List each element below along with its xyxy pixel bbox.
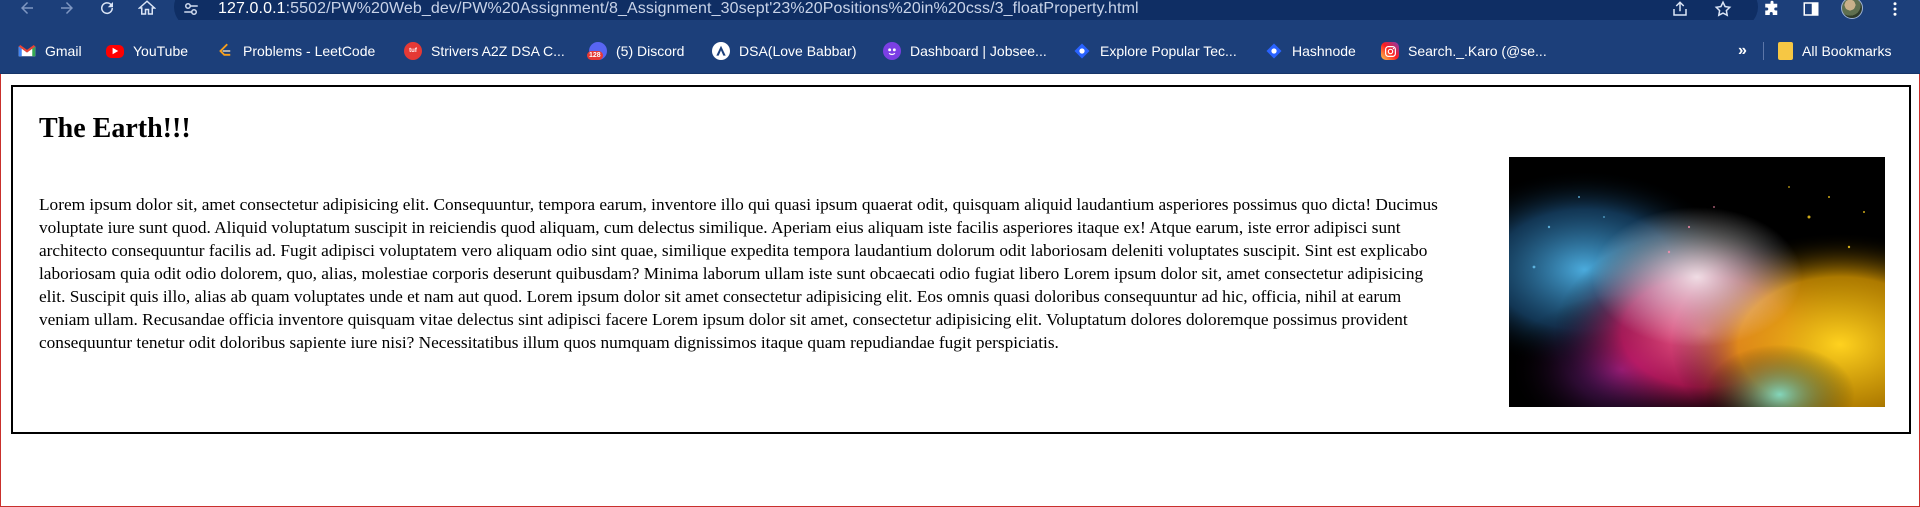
all-bookmarks-label: All Bookmarks bbox=[1802, 43, 1892, 59]
profile-avatar[interactable] bbox=[1841, 0, 1863, 19]
side-panel-icon bbox=[1803, 2, 1819, 16]
bookmark-label: Dashboard | Jobsee... bbox=[910, 43, 1047, 59]
bookmark-star-button[interactable] bbox=[1712, 0, 1734, 20]
takeuforward-icon: tuf bbox=[404, 42, 422, 60]
instagram-icon bbox=[1381, 42, 1399, 60]
url-host: 127.0.0.1 bbox=[218, 0, 286, 17]
youtube-icon bbox=[106, 44, 124, 58]
reload-button[interactable] bbox=[94, 0, 120, 20]
forward-button[interactable] bbox=[54, 0, 80, 20]
menu-button[interactable] bbox=[1884, 0, 1906, 20]
share-icon bbox=[1673, 1, 1687, 16]
folder-icon bbox=[1778, 42, 1793, 60]
arrow-right-icon bbox=[61, 2, 73, 14]
bookmark-label: Explore Popular Tec... bbox=[1100, 43, 1237, 59]
bookmark-love-babbar[interactable]: DSA(Love Babbar) bbox=[712, 34, 857, 68]
discord-icon: 128 bbox=[587, 42, 607, 60]
site-info-icon[interactable] bbox=[182, 0, 200, 18]
bookmark-explore-tech[interactable]: Explore Popular Tec... bbox=[1073, 34, 1237, 68]
browser-toolbar: 127.0.0.1:5502/PW%20Web_dev/PW%20Assignm… bbox=[0, 0, 1920, 20]
page-viewport: The Earth!!! Lorem ipsum dolor sit, amet… bbox=[0, 74, 1920, 507]
bookmark-gmail[interactable]: Gmail bbox=[18, 34, 82, 68]
side-panel-button[interactable] bbox=[1800, 0, 1822, 20]
codehelp-icon bbox=[712, 42, 730, 60]
bookmark-youtube[interactable]: YouTube bbox=[106, 34, 188, 68]
bookmark-label: Problems - LeetCode bbox=[243, 43, 376, 59]
reload-icon bbox=[101, 2, 114, 15]
bookmark-jobseeker[interactable]: Dashboard | Jobsee... bbox=[883, 34, 1047, 68]
back-button[interactable] bbox=[14, 0, 40, 20]
share-button[interactable] bbox=[1669, 0, 1691, 20]
bookmark-hashnode[interactable]: Hashnode bbox=[1265, 34, 1356, 68]
bookmark-strivers[interactable]: tuf Strivers A2Z DSA C... bbox=[404, 34, 565, 68]
all-bookmarks-button[interactable]: All Bookmarks bbox=[1778, 34, 1891, 68]
bookmark-label: Strivers A2Z DSA C... bbox=[431, 43, 565, 59]
leetcode-icon bbox=[216, 42, 234, 60]
bookmarks-divider bbox=[1763, 42, 1764, 60]
bookmark-instagram[interactable]: Search._.Karo (@se... bbox=[1381, 34, 1547, 68]
star-icon bbox=[1714, 0, 1732, 17]
bookmark-label: (5) Discord bbox=[616, 43, 685, 59]
browser-chrome: 127.0.0.1:5502/PW%20Web_dev/PW%20Assignm… bbox=[0, 0, 1920, 74]
bookmark-label: Gmail bbox=[45, 43, 82, 59]
bookmarks-bar: Gmail YouTube Problems - LeetCode tuf St… bbox=[0, 34, 1920, 68]
discord-badge: 128 bbox=[587, 51, 603, 60]
lorem-paragraph: Lorem ipsum dolor sit, amet consectetur … bbox=[39, 195, 1438, 352]
bookmark-label: Hashnode bbox=[1292, 43, 1356, 59]
bookmark-label: DSA(Love Babbar) bbox=[739, 43, 857, 59]
bookmark-label: YouTube bbox=[133, 43, 189, 59]
arrow-left-icon bbox=[21, 2, 33, 14]
puzzle-icon bbox=[1765, 0, 1778, 15]
colored-powder-explosion-image bbox=[1509, 157, 1885, 407]
hashnode-icon bbox=[1073, 42, 1091, 60]
bookmarks-overflow-button[interactable]: » bbox=[1738, 34, 1747, 68]
hashnode-icon bbox=[1265, 42, 1283, 60]
page-heading: The Earth!!! bbox=[39, 113, 191, 144]
content-container: The Earth!!! Lorem ipsum dolor sit, amet… bbox=[11, 85, 1911, 434]
bookmark-label: Search._.Karo (@se... bbox=[1408, 43, 1547, 59]
gmail-icon bbox=[18, 42, 36, 60]
home-button[interactable] bbox=[134, 0, 160, 20]
url-path: :5502/PW%20Web_dev/PW%20Assignment/8_Ass… bbox=[285, 0, 1139, 17]
home-icon bbox=[138, 0, 156, 15]
kebab-menu-icon bbox=[1893, 2, 1897, 16]
bookmark-leetcode[interactable]: Problems - LeetCode bbox=[216, 34, 375, 68]
extensions-button[interactable] bbox=[1761, 0, 1783, 20]
bookmark-discord[interactable]: 128 (5) Discord bbox=[587, 34, 685, 68]
url-text[interactable]: 127.0.0.1:5502/PW%20Web_dev/PW%20Assignm… bbox=[218, 0, 1139, 18]
jobseeker-icon bbox=[883, 42, 901, 60]
